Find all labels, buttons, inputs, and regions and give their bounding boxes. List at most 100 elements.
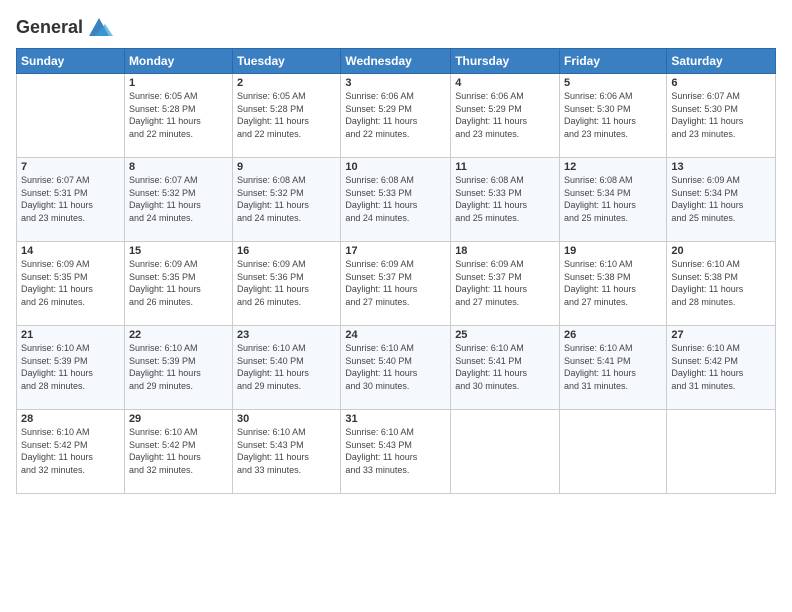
day-info: Sunrise: 6:09 AM Sunset: 5:37 PM Dayligh…: [455, 258, 555, 308]
calendar-week-1: 1Sunrise: 6:05 AM Sunset: 5:28 PM Daylig…: [17, 74, 776, 158]
calendar-cell: 31Sunrise: 6:10 AM Sunset: 5:43 PM Dayli…: [341, 410, 451, 494]
day-info: Sunrise: 6:06 AM Sunset: 5:29 PM Dayligh…: [455, 90, 555, 140]
day-number: 27: [671, 329, 771, 341]
day-number: 6: [671, 77, 771, 89]
day-number: 5: [564, 77, 662, 89]
calendar-cell: 11Sunrise: 6:08 AM Sunset: 5:33 PM Dayli…: [451, 158, 560, 242]
day-info: Sunrise: 6:10 AM Sunset: 5:42 PM Dayligh…: [671, 342, 771, 392]
calendar-table: SundayMondayTuesdayWednesdayThursdayFrid…: [16, 48, 776, 494]
day-number: 18: [455, 245, 555, 257]
day-number: 2: [237, 77, 336, 89]
calendar-cell: 9Sunrise: 6:08 AM Sunset: 5:32 PM Daylig…: [233, 158, 341, 242]
calendar-cell: [451, 410, 560, 494]
day-info: Sunrise: 6:10 AM Sunset: 5:40 PM Dayligh…: [237, 342, 336, 392]
day-number: 9: [237, 161, 336, 173]
day-number: 31: [345, 413, 446, 425]
day-number: 22: [129, 329, 228, 341]
day-info: Sunrise: 6:10 AM Sunset: 5:38 PM Dayligh…: [671, 258, 771, 308]
day-number: 20: [671, 245, 771, 257]
calendar-cell: 14Sunrise: 6:09 AM Sunset: 5:35 PM Dayli…: [17, 242, 125, 326]
calendar-week-3: 14 Sunrise: 6:09 AM Sunset: 5:35 PM Dayli…: [17, 242, 776, 326]
logo: General: [16, 14, 113, 42]
calendar-cell: 29Sunrise: 6:10 AM Sunset: 5:42 PM Dayli…: [124, 410, 232, 494]
calendar-cell: 4Sunrise: 6:06 AM Sunset: 5:29 PM Daylig…: [451, 74, 560, 158]
calendar-cell: 2Sunrise: 6:05 AM Sunset: 5:28 PM Daylig…: [233, 74, 341, 158]
day-number: 4: [455, 77, 555, 89]
calendar-cell: [560, 410, 667, 494]
day-info: Sunrise: 6:05 AM Sunset: 5:28 PM Dayligh…: [237, 90, 336, 140]
day-info: Sunrise: 6:10 AM Sunset: 5:43 PM Dayligh…: [237, 426, 336, 476]
day-number: 21: [21, 329, 120, 341]
calendar-cell: 5Sunrise: 6:06 AM Sunset: 5:30 PM Daylig…: [560, 74, 667, 158]
day-number: 14: [21, 245, 120, 257]
page-container: General SundayMondayTuesdayWednesdayThur…: [0, 0, 792, 502]
calendar-cell: 27Sunrise: 6:10 AM Sunset: 5:42 PM Dayli…: [667, 326, 776, 410]
day-info: Sunrise: 6:10 AM Sunset: 5:40 PM Dayligh…: [345, 342, 446, 392]
calendar-cell: 28Sunrise: 6:10 AM Sunset: 5:42 PM Dayli…: [17, 410, 125, 494]
day-number: 23: [237, 329, 336, 341]
day-number: 19: [564, 245, 662, 257]
day-number: 29: [129, 413, 228, 425]
day-info: Sunrise: 6:06 AM Sunset: 5:30 PM Dayligh…: [564, 90, 662, 140]
day-info: Sunrise: 6:08 AM Sunset: 5:33 PM Dayligh…: [345, 174, 446, 224]
day-number: 28: [21, 413, 120, 425]
day-info: Sunrise: 6:08 AM Sunset: 5:33 PM Dayligh…: [455, 174, 555, 224]
logo-icon: [85, 14, 113, 42]
calendar-cell: 1Sunrise: 6:05 AM Sunset: 5:28 PM Daylig…: [124, 74, 232, 158]
day-info: Sunrise: 6:08 AM Sunset: 5:32 PM Dayligh…: [237, 174, 336, 224]
day-info: Sunrise: 6:10 AM Sunset: 5:38 PM Dayligh…: [564, 258, 662, 308]
calendar-cell: [667, 410, 776, 494]
day-info: Sunrise: 6:09 AM Sunset: 5:35 PM Dayligh…: [129, 258, 228, 308]
calendar-cell: 16Sunrise: 6:09 AM Sunset: 5:36 PM Dayli…: [233, 242, 341, 326]
day-info: Sunrise: 6:05 AM Sunset: 5:28 PM Dayligh…: [129, 90, 228, 140]
day-info: Sunrise: 6:10 AM Sunset: 5:39 PM Dayligh…: [21, 342, 120, 392]
day-info: Sunrise: 6:06 AM Sunset: 5:29 PM Dayligh…: [345, 90, 446, 140]
day-info: Sunrise: 6:09 AM Sunset: 5:37 PM Dayligh…: [345, 258, 446, 308]
day-number: 26: [564, 329, 662, 341]
calendar-cell: 23Sunrise: 6:10 AM Sunset: 5:40 PM Dayli…: [233, 326, 341, 410]
calendar-cell: 30Sunrise: 6:10 AM Sunset: 5:43 PM Dayli…: [233, 410, 341, 494]
day-info: Sunrise: 6:07 AM Sunset: 5:31 PM Dayligh…: [21, 174, 120, 224]
weekday-header-friday: Friday: [560, 49, 667, 74]
day-number: 12: [564, 161, 662, 173]
day-number: 1: [129, 77, 228, 89]
day-info: Sunrise: 6:07 AM Sunset: 5:30 PM Dayligh…: [671, 90, 771, 140]
day-info: Sunrise: 6:10 AM Sunset: 5:42 PM Dayligh…: [129, 426, 228, 476]
day-number: 15: [129, 245, 228, 257]
calendar-cell: 13Sunrise: 6:09 AM Sunset: 5:34 PM Dayli…: [667, 158, 776, 242]
day-number: 13: [671, 161, 771, 173]
weekday-header-wednesday: Wednesday: [341, 49, 451, 74]
calendar-week-2: 7Sunrise: 6:07 AM Sunset: 5:31 PM Daylig…: [17, 158, 776, 242]
day-number: 3: [345, 77, 446, 89]
calendar-cell: 22Sunrise: 6:10 AM Sunset: 5:39 PM Dayli…: [124, 326, 232, 410]
calendar-cell: 15Sunrise: 6:09 AM Sunset: 5:35 PM Dayli…: [124, 242, 232, 326]
calendar-header-row: SundayMondayTuesdayWednesdayThursdayFrid…: [17, 49, 776, 74]
calendar-cell: 20Sunrise: 6:10 AM Sunset: 5:38 PM Dayli…: [667, 242, 776, 326]
calendar-cell: 19Sunrise: 6:10 AM Sunset: 5:38 PM Dayli…: [560, 242, 667, 326]
weekday-header-saturday: Saturday: [667, 49, 776, 74]
calendar-week-4: 21Sunrise: 6:10 AM Sunset: 5:39 PM Dayli…: [17, 326, 776, 410]
calendar-cell: 6Sunrise: 6:07 AM Sunset: 5:30 PM Daylig…: [667, 74, 776, 158]
day-info: Sunrise: 6:10 AM Sunset: 5:41 PM Dayligh…: [455, 342, 555, 392]
calendar-cell: 26Sunrise: 6:10 AM Sunset: 5:41 PM Dayli…: [560, 326, 667, 410]
calendar-cell: 8Sunrise: 6:07 AM Sunset: 5:32 PM Daylig…: [124, 158, 232, 242]
day-number: 8: [129, 161, 228, 173]
weekday-header-tuesday: Tuesday: [233, 49, 341, 74]
day-number: 7: [21, 161, 120, 173]
calendar-cell: 10Sunrise: 6:08 AM Sunset: 5:33 PM Dayli…: [341, 158, 451, 242]
calendar-cell: 21Sunrise: 6:10 AM Sunset: 5:39 PM Dayli…: [17, 326, 125, 410]
day-info: Sunrise: 6:10 AM Sunset: 5:42 PM Dayligh…: [21, 426, 120, 476]
day-info: Sunrise: 6:10 AM Sunset: 5:39 PM Dayligh…: [129, 342, 228, 392]
weekday-header-monday: Monday: [124, 49, 232, 74]
day-info: Sunrise: 6:09 AM Sunset: 5:36 PM Dayligh…: [237, 258, 336, 308]
calendar-cell: 25Sunrise: 6:10 AM Sunset: 5:41 PM Dayli…: [451, 326, 560, 410]
calendar-week-5: 28Sunrise: 6:10 AM Sunset: 5:42 PM Dayli…: [17, 410, 776, 494]
weekday-header-sunday: Sunday: [17, 49, 125, 74]
day-info: Sunrise: 6:09 AM Sunset: 5:34 PM Dayligh…: [671, 174, 771, 224]
day-info: Sunrise: 6:10 AM Sunset: 5:41 PM Dayligh…: [564, 342, 662, 392]
day-info: Sunrise: 6:10 AM Sunset: 5:43 PM Dayligh…: [345, 426, 446, 476]
day-number: 16: [237, 245, 336, 257]
calendar-cell: 3Sunrise: 6:06 AM Sunset: 5:29 PM Daylig…: [341, 74, 451, 158]
weekday-header-thursday: Thursday: [451, 49, 560, 74]
day-info: Sunrise: 6:07 AM Sunset: 5:32 PM Dayligh…: [129, 174, 228, 224]
